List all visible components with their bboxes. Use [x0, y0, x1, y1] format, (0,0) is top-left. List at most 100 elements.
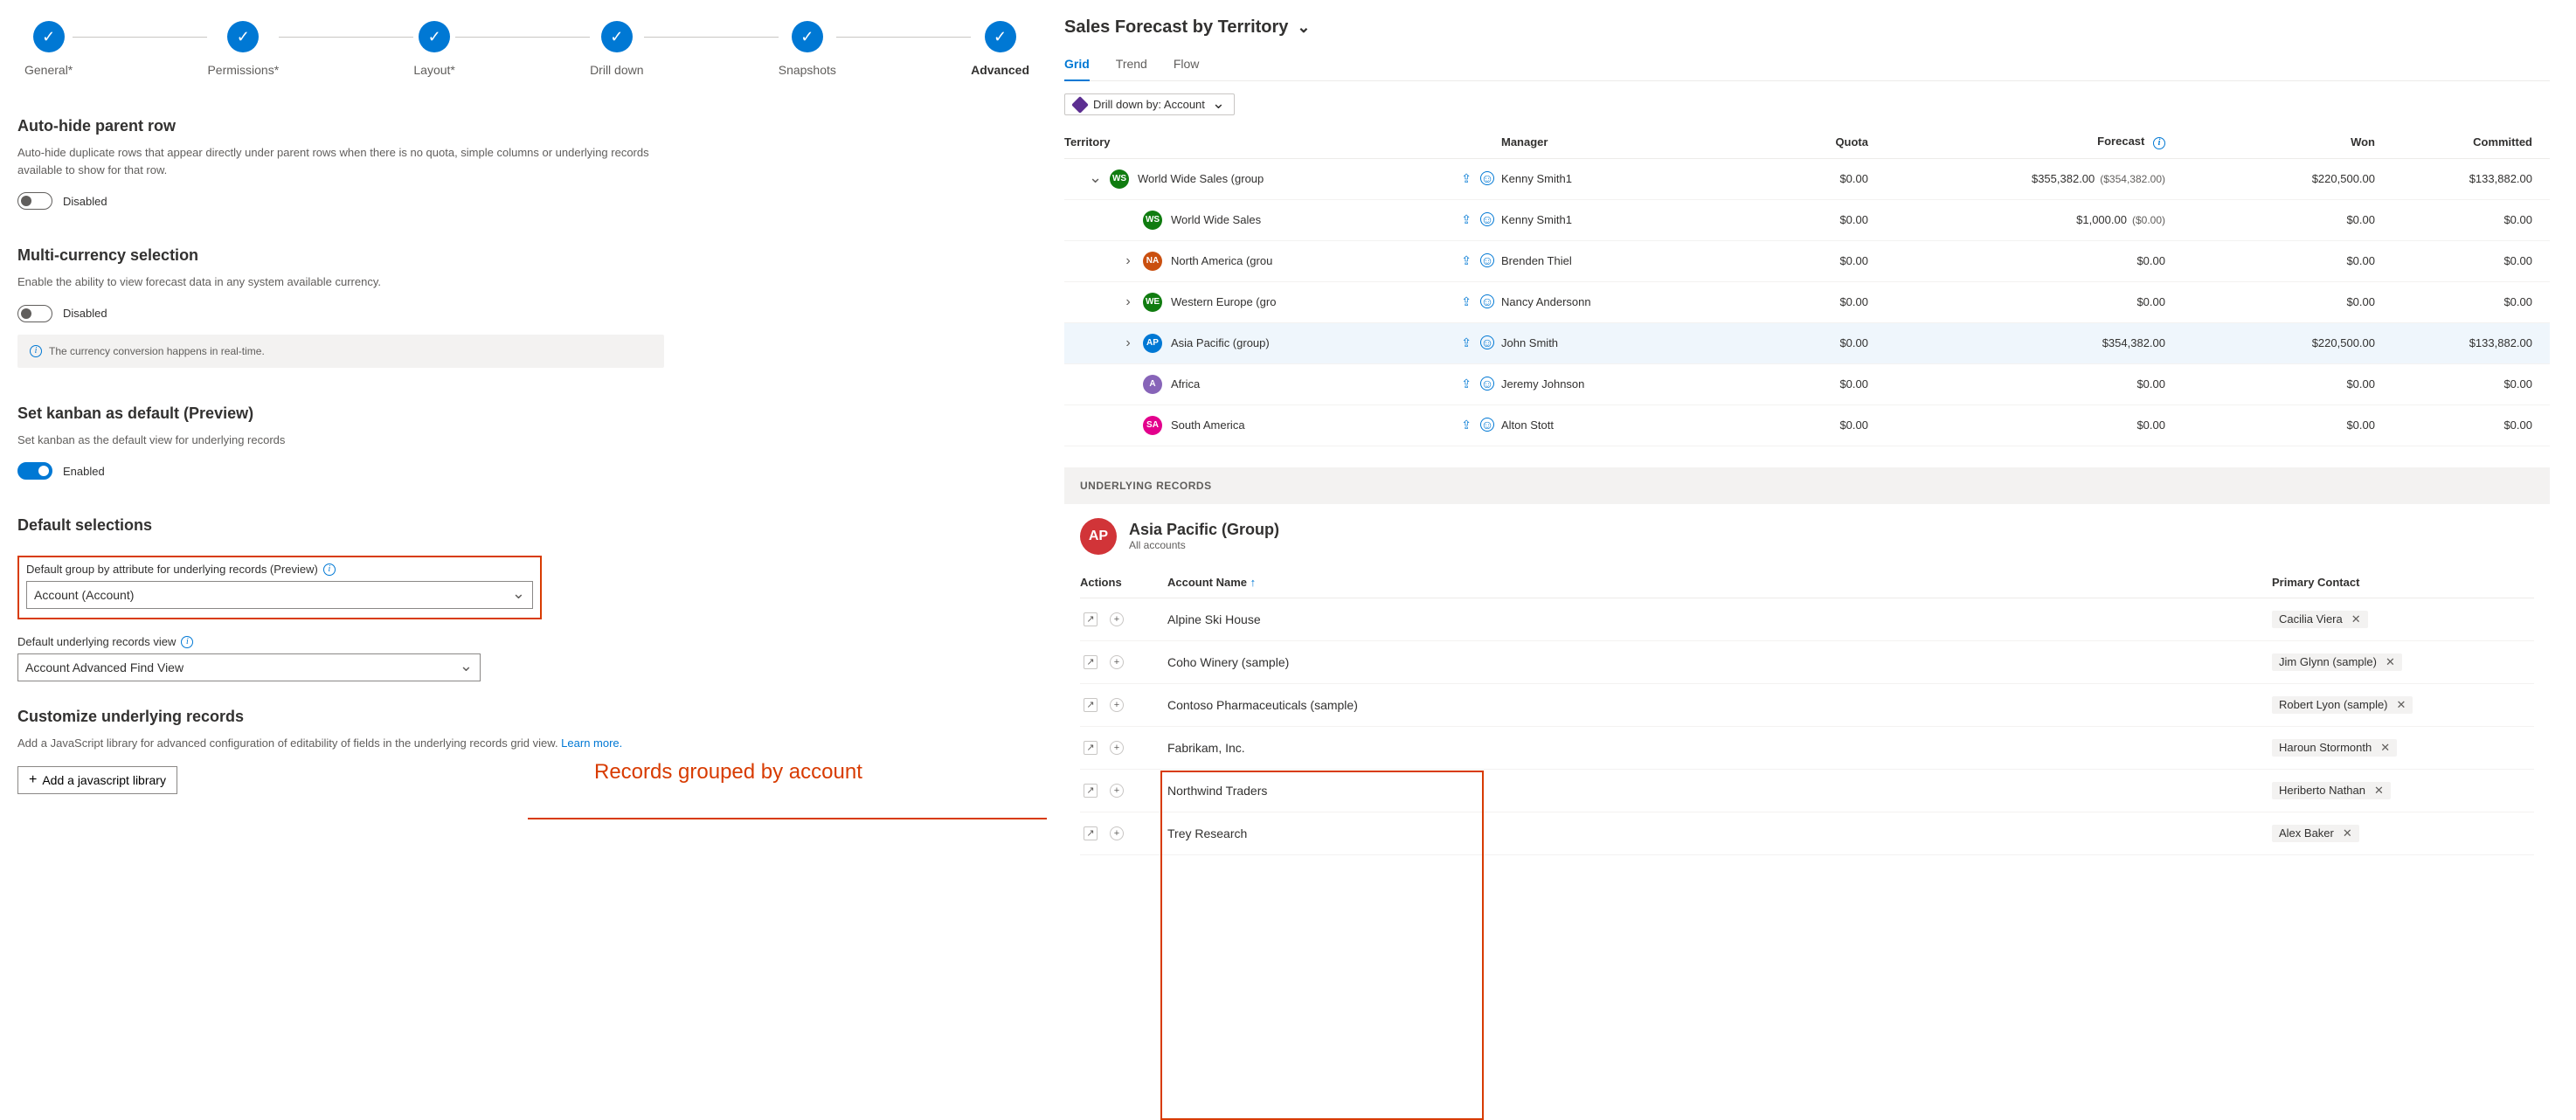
- step-check-icon: [227, 21, 259, 52]
- step-layout[interactable]: Layout*: [413, 21, 454, 77]
- contact-chip[interactable]: Heriberto Nathan✕: [2272, 782, 2391, 799]
- contact-name: Alex Baker: [2279, 826, 2334, 840]
- territory-avatar: AP: [1143, 334, 1162, 353]
- share-icon[interactable]: ⇪: [1461, 171, 1472, 186]
- add-record-icon[interactable]: +: [1110, 826, 1124, 840]
- open-record-icon[interactable]: ↗: [1084, 784, 1098, 798]
- learn-more-link[interactable]: Learn more.: [561, 736, 622, 750]
- record-row[interactable]: ↗ + Alpine Ski HouseCacilia Viera✕: [1080, 598, 2534, 641]
- remove-contact-icon[interactable]: ✕: [2386, 655, 2395, 669]
- committed-cell: $0.00: [2392, 254, 2550, 267]
- quota-cell: $0.00: [1711, 172, 1886, 185]
- chevron-down-icon[interactable]: [1297, 17, 1310, 38]
- quota-cell: $0.00: [1711, 295, 1886, 308]
- contact-chip[interactable]: Alex Baker ✕: [2272, 825, 2359, 842]
- share-icon[interactable]: ⇪: [1461, 212, 1472, 227]
- add-js-library-button[interactable]: + Add a javascript library: [17, 766, 177, 794]
- col-won[interactable]: Won: [2183, 135, 2392, 149]
- remove-contact-icon[interactable]: ✕: [2374, 784, 2384, 798]
- step-general[interactable]: General*: [24, 21, 73, 77]
- account-name-cell: Alpine Ski House: [1167, 612, 2272, 626]
- col-account[interactable]: Account Name: [1167, 576, 1247, 589]
- collapse-icon[interactable]: [1089, 172, 1101, 185]
- col-quota[interactable]: Quota: [1711, 135, 1886, 149]
- step-snapshots[interactable]: Snapshots: [779, 21, 836, 77]
- share-icon[interactable]: ⇪: [1461, 377, 1472, 391]
- group-by-select[interactable]: Account (Account): [26, 581, 533, 609]
- remove-contact-icon[interactable]: ✕: [2380, 741, 2390, 755]
- tab-grid[interactable]: Grid: [1064, 50, 1090, 81]
- manager-cell: Alton Stott: [1501, 418, 1711, 432]
- tab-flow[interactable]: Flow: [1174, 50, 1200, 80]
- contact-chip[interactable]: Haroun Stormonth✕: [2272, 739, 2397, 757]
- share-icon[interactable]: ⇪: [1461, 294, 1472, 309]
- kanban-toggle[interactable]: [17, 462, 52, 480]
- col-territory[interactable]: Territory: [1064, 135, 1431, 149]
- contact-chip[interactable]: Robert Lyon (sample)✕: [2272, 696, 2413, 714]
- grid-row[interactable]: SASouth America⇪☺Alton Stott$0.00$0.00$0…: [1064, 405, 2550, 446]
- col-actions[interactable]: Actions: [1080, 576, 1167, 589]
- step-drilldown[interactable]: Drill down: [590, 21, 643, 77]
- expand-icon[interactable]: [1122, 253, 1134, 269]
- tab-trend[interactable]: Trend: [1116, 50, 1147, 80]
- owner-icon[interactable]: ☺: [1480, 294, 1494, 308]
- step-permissions[interactable]: Permissions*: [207, 21, 279, 77]
- open-record-icon[interactable]: ↗: [1084, 698, 1098, 712]
- add-record-icon[interactable]: +: [1110, 784, 1124, 798]
- sort-asc-icon[interactable]: ↑: [1250, 576, 1257, 589]
- add-record-icon[interactable]: +: [1110, 741, 1124, 755]
- record-row[interactable]: ↗+Contoso Pharmaceuticals (sample)Robert…: [1080, 684, 2534, 727]
- owner-icon[interactable]: ☺: [1480, 171, 1494, 185]
- grid-row[interactable]: APAsia Pacific (group)⇪☺John Smith$0.00$…: [1064, 323, 2550, 364]
- info-icon[interactable]: i: [323, 563, 336, 576]
- won-cell: $220,500.00: [2183, 172, 2392, 185]
- step-label: Advanced: [971, 63, 1029, 77]
- add-record-icon[interactable]: +: [1110, 655, 1124, 669]
- multi-currency-toggle-label: Disabled: [63, 307, 107, 320]
- share-icon[interactable]: ⇪: [1461, 335, 1472, 350]
- record-row[interactable]: ↗+Fabrikam, Inc.Haroun Stormonth✕: [1080, 727, 2534, 770]
- col-committed[interactable]: Committed: [2392, 135, 2550, 149]
- col-manager[interactable]: Manager: [1501, 135, 1711, 149]
- expand-icon[interactable]: [1122, 335, 1134, 351]
- info-icon[interactable]: i: [181, 636, 193, 648]
- manager-cell: John Smith: [1501, 336, 1711, 349]
- owner-icon[interactable]: ☺: [1480, 418, 1494, 432]
- add-record-icon[interactable]: +: [1110, 612, 1124, 626]
- grid-row[interactable]: AAfrica⇪☺Jeremy Johnson$0.00$0.00$0.00$0…: [1064, 364, 2550, 405]
- remove-contact-icon[interactable]: ✕: [2343, 826, 2352, 840]
- open-record-icon[interactable]: ↗: [1084, 826, 1098, 840]
- add-record-icon[interactable]: +: [1110, 698, 1124, 712]
- open-record-icon[interactable]: ↗: [1084, 612, 1098, 626]
- remove-contact-icon[interactable]: ✕: [2351, 612, 2361, 626]
- col-contact[interactable]: Primary Contact: [2272, 576, 2534, 589]
- territory-avatar: A: [1143, 375, 1162, 394]
- drilldown-chip[interactable]: Drill down by: Account: [1064, 93, 1235, 115]
- open-record-icon[interactable]: ↗: [1084, 741, 1098, 755]
- remove-contact-icon[interactable]: ✕: [2397, 698, 2406, 712]
- open-record-icon[interactable]: ↗: [1084, 655, 1098, 669]
- contact-chip[interactable]: Cacilia Viera✕: [2272, 611, 2368, 628]
- config-stepper[interactable]: General* Permissions* Layout* Drill down Sna…: [17, 21, 1029, 77]
- record-row[interactable]: ↗+Coho Winery (sample)Jim Glynn (sample)…: [1080, 641, 2534, 684]
- multi-currency-toggle[interactable]: [17, 305, 52, 322]
- owner-icon[interactable]: ☺: [1480, 377, 1494, 391]
- col-forecast[interactable]: Forecast: [2097, 135, 2144, 148]
- step-label: Permissions*: [207, 63, 279, 77]
- default-view-select[interactable]: Account Advanced Find View: [17, 653, 481, 681]
- step-advanced[interactable]: Advanced: [971, 21, 1029, 77]
- share-icon[interactable]: ⇪: [1461, 253, 1472, 268]
- share-icon[interactable]: ⇪: [1461, 418, 1472, 432]
- info-icon[interactable]: i: [2153, 137, 2165, 149]
- auto-hide-toggle[interactable]: [17, 192, 52, 210]
- grid-row[interactable]: WSWorld Wide Sales⇪☺Kenny Smith1$0.00$1,…: [1064, 200, 2550, 241]
- contact-chip[interactable]: Jim Glynn (sample)✕: [2272, 653, 2402, 671]
- grid-row[interactable]: WSWorld Wide Sales (group⇪☺Kenny Smith1$…: [1064, 159, 2550, 200]
- grid-row[interactable]: NANorth America (grou⇪☺Brenden Thiel$0.0…: [1064, 241, 2550, 282]
- expand-icon[interactable]: [1122, 294, 1134, 310]
- grid-row[interactable]: WEWestern Europe (gro⇪☺Nancy Andersonn$0…: [1064, 282, 2550, 323]
- owner-icon[interactable]: ☺: [1480, 212, 1494, 226]
- territory-avatar: WS: [1110, 169, 1129, 189]
- owner-icon[interactable]: ☺: [1480, 253, 1494, 267]
- owner-icon[interactable]: ☺: [1480, 335, 1494, 349]
